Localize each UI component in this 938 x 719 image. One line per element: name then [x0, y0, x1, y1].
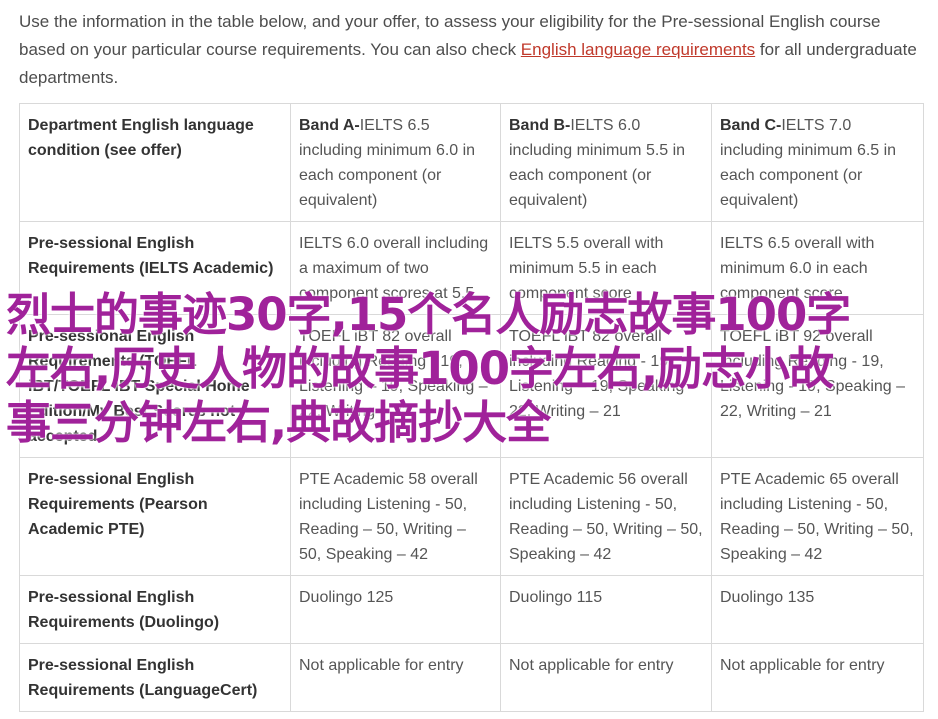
table-row: Pre-sessional English Requirements (Pear… [19, 457, 924, 576]
table-row: Pre-sessional English Requirements (IELT… [19, 221, 924, 315]
table-cell: TOEFL iBT 82 overall including Reading -… [290, 314, 501, 458]
table-cell: PTE Academic 56 overall including Listen… [500, 457, 712, 576]
row-label: Pre-sessional English Requirements (IELT… [19, 221, 291, 315]
table-row: Pre-sessional English Requirements (Lang… [19, 643, 924, 712]
condition-header: Department English language condition (s… [19, 103, 291, 222]
english-requirements-link[interactable]: English language requirements [521, 40, 755, 59]
row-label: Pre-sessional English Requirements (TOEF… [19, 314, 291, 458]
table-cell: Not applicable for entry [500, 643, 712, 712]
table-cell: TOEFL iBT 82 overall including Reading -… [500, 314, 712, 458]
table-row: Pre-sessional English Requirements (Duol… [19, 575, 924, 644]
intro-paragraph: Use the information in the table below, … [19, 8, 924, 92]
band-b-name: Band B- [509, 117, 571, 134]
table-cell: PTE Academic 65 overall including Listen… [711, 457, 924, 576]
band-a-header: Band A-IELTS 6.5 including minimum 6.0 i… [290, 103, 501, 222]
row-label: Pre-sessional English Requirements (Lang… [19, 643, 291, 712]
band-a-name: Band A- [299, 117, 360, 134]
table-cell: IELTS 5.5 overall with minimum 5.5 in ea… [500, 221, 712, 315]
table-row: Pre-sessional English Requirements (TOEF… [19, 314, 924, 458]
table-cell: Duolingo 135 [711, 575, 924, 644]
table-cell: Duolingo 115 [500, 575, 712, 644]
band-c-name: Band C- [720, 117, 782, 134]
row-label: Pre-sessional English Requirements (Duol… [19, 575, 291, 644]
requirements-table: Department English language condition (s… [19, 103, 924, 712]
table-cell: Not applicable for entry [290, 643, 501, 712]
table-cell: Duolingo 125 [290, 575, 501, 644]
table-cell: Not applicable for entry [711, 643, 924, 712]
table-cell: PTE Academic 58 overall including Listen… [290, 457, 501, 576]
table-cell: TOEFL iBT 92 overall including Reading -… [711, 314, 924, 458]
band-b-header: Band B-IELTS 6.0 including minimum 5.5 i… [500, 103, 712, 222]
table-cell: IELTS 6.5 overall with minimum 6.0 in ea… [711, 221, 924, 315]
table-cell: IELTS 6.0 overall including a maximum of… [290, 221, 501, 315]
band-c-header: Band C-IELTS 7.0 including minimum 6.5 i… [711, 103, 924, 222]
table-header-row: Department English language condition (s… [19, 103, 924, 222]
row-label: Pre-sessional English Requirements (Pear… [19, 457, 291, 576]
